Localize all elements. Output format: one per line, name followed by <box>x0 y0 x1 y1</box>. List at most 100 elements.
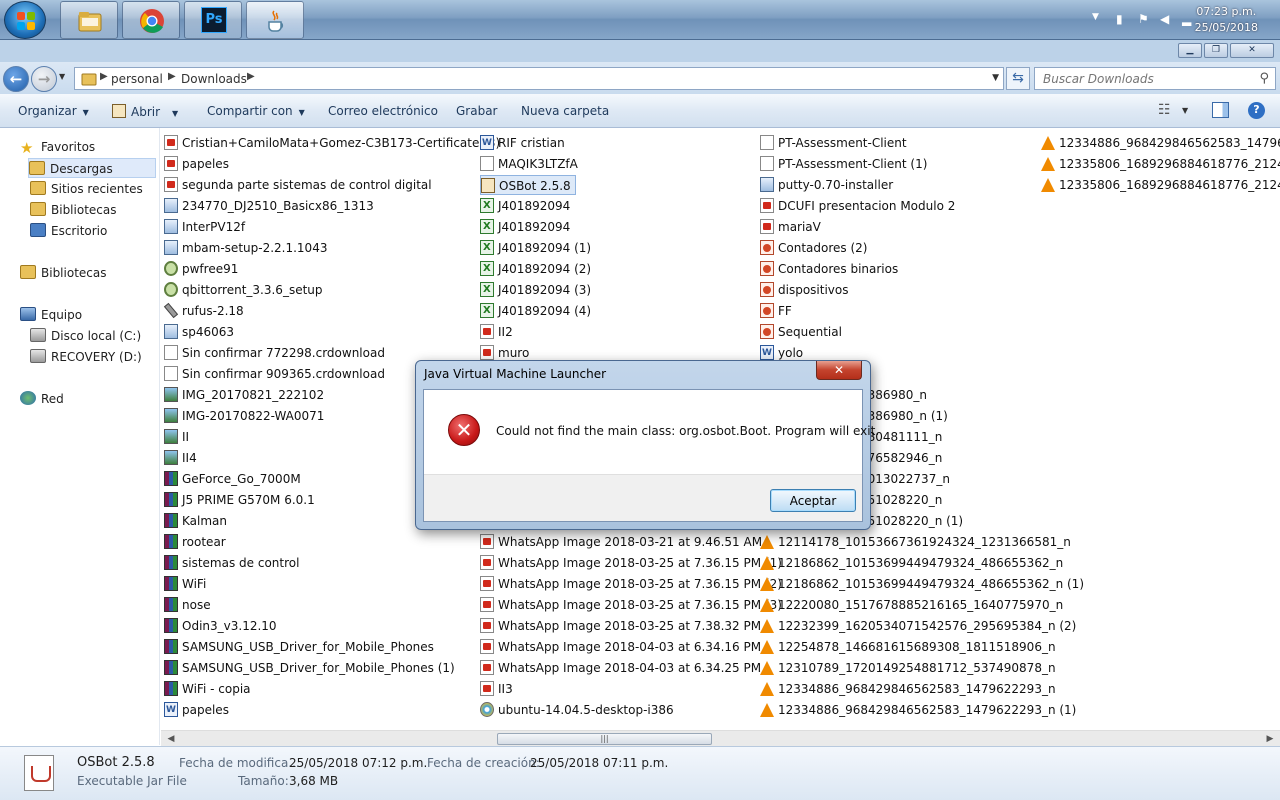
file-item[interactable]: 12334886_968429846562583_1479622293_n <box>1041 133 1280 153</box>
breadcrumb-arrow-icon[interactable]: ▶ <box>168 71 176 82</box>
file-item[interactable]: II <box>164 427 189 447</box>
scroll-right-icon[interactable]: ▶ <box>1262 732 1278 746</box>
file-item[interactable]: SAMSUNG_USB_Driver_for_Mobile_Phones (1) <box>164 658 455 678</box>
file-item[interactable]: papeles <box>164 154 229 174</box>
search-box[interactable]: ⚲ <box>1034 67 1276 90</box>
file-item[interactable]: 12335806_1689296884618776_2124773027_ <box>1041 175 1280 195</box>
file-item[interactable]: WiFi - copia <box>164 679 251 699</box>
nav-recent-places[interactable]: Sitios recientes <box>30 179 143 199</box>
file-item[interactable]: 12220080_1517678885216165_1640775970_n <box>760 595 1063 615</box>
nav-network[interactable]: Red <box>20 389 64 409</box>
file-item[interactable]: Sin confirmar 772298.crdownload <box>164 343 385 363</box>
forward-button[interactable]: → <box>31 66 57 92</box>
file-item[interactable]: Sequential <box>760 322 842 342</box>
ok-button[interactable]: Aceptar <box>770 489 856 512</box>
file-item[interactable]: SAMSUNG_USB_Driver_for_Mobile_Phones <box>164 637 434 657</box>
file-item[interactable]: J401892094 (3) <box>480 280 591 300</box>
recent-pages-icon[interactable]: ▼ <box>59 72 65 81</box>
search-icon[interactable]: ⚲ <box>1259 71 1269 86</box>
file-item[interactable]: WhatsApp Image 2018-04-03 at 6.34.16 PM <box>480 637 761 657</box>
file-item[interactable]: DCUFI presentacion Modulo 2 <box>760 196 955 216</box>
file-item[interactable]: sp46063 <box>164 322 234 342</box>
file-item[interactable]: 12334886_968429846562583_1479622293_n (1… <box>760 700 1076 720</box>
file-item[interactable]: 12114178_10153667361924324_1231366581_n <box>760 532 1071 552</box>
share-menu[interactable]: Compartir con ▼ <box>207 104 305 118</box>
open-menu[interactable]: Abrir ▼ <box>112 104 178 119</box>
nav-downloads[interactable]: Descargas <box>28 158 156 178</box>
nav-desktop[interactable]: Escritorio <box>30 221 107 241</box>
file-item[interactable]: MAQIK3LTZfA <box>480 154 578 174</box>
file-item[interactable]: II3 <box>480 679 513 699</box>
file-item[interactable]: Sin confirmar 909365.crdownload <box>164 364 385 384</box>
file-item[interactable]: 234770_DJ2510_Basicx86_1313 <box>164 196 374 216</box>
file-item[interactable]: J401892094 (1) <box>480 238 591 258</box>
file-item[interactable]: WhatsApp Image 2018-03-25 at 7.36.15 PM … <box>480 553 782 573</box>
organize-menu[interactable]: Organizar ▼ <box>18 104 89 118</box>
address-dropdown-icon[interactable]: ▼ <box>992 73 999 83</box>
file-item[interactable]: IMG_20170821_222102 <box>164 385 324 405</box>
nav-libraries-favorite[interactable]: Bibliotecas <box>30 200 116 220</box>
nav-favorites[interactable]: ★ Favoritos <box>20 137 95 157</box>
file-item[interactable]: sistemas de control <box>164 553 299 573</box>
file-item[interactable]: dispositivos <box>760 280 848 300</box>
nav-computer[interactable]: Equipo <box>20 305 82 325</box>
taskbar-photoshop[interactable]: Ps <box>184 1 242 39</box>
file-item[interactable]: 12334886_968429846562583_1479622293_n <box>760 679 1056 699</box>
email-button[interactable]: Correo electrónico <box>328 104 438 118</box>
file-item[interactable]: J401892094 (2) <box>480 259 591 279</box>
dialog-close-button[interactable]: ✕ <box>816 361 862 380</box>
volume-icon[interactable]: ◀ <box>1160 12 1174 26</box>
breadcrumb-personal[interactable]: personal <box>111 72 163 86</box>
back-button[interactable]: ← <box>3 66 29 92</box>
file-item[interactable]: WhatsApp Image 2018-03-21 at 9.46.51 AM <box>480 532 762 552</box>
file-item[interactable]: Cristian+CamiloMata+Gomez-C3B173-Certifi… <box>164 133 500 153</box>
file-item[interactable]: pwfree91 <box>164 259 238 279</box>
taskbar-java[interactable] <box>246 1 304 39</box>
nav-recovery-drive[interactable]: RECOVERY (D:) <box>30 347 142 367</box>
file-item[interactable]: J401892094 <box>480 196 570 216</box>
file-item[interactable]: papeles <box>164 700 229 720</box>
file-item[interactable]: Odin3_v3.12.10 <box>164 616 277 636</box>
file-item[interactable]: II4 <box>164 448 197 468</box>
file-item[interactable]: 12310789_1720149254881712_537490878_n <box>760 658 1056 678</box>
file-item[interactable]: II2 <box>480 322 513 342</box>
file-item[interactable]: InterPV12f <box>164 217 245 237</box>
file-item[interactable]: 12335806_1689296884618776_2124773027_ <box>1041 154 1280 174</box>
scroll-left-icon[interactable]: ◀ <box>163 732 179 746</box>
file-item[interactable]: J401892094 <box>480 217 570 237</box>
show-hidden-icons-icon[interactable]: ▼ <box>1092 12 1106 26</box>
file-item[interactable]: PT-Assessment-Client <box>760 133 907 153</box>
breadcrumb-arrow-icon[interactable]: ▶ <box>100 71 108 82</box>
file-item[interactable]: putty-0.70-installer <box>760 175 893 195</box>
breadcrumb-downloads[interactable]: Downloads <box>181 72 247 86</box>
file-item[interactable]: WhatsApp Image 2018-03-25 at 7.36.15 PM … <box>480 574 782 594</box>
file-item[interactable]: Kalman <box>164 511 227 531</box>
search-input[interactable] <box>1035 68 1245 89</box>
taskbar-explorer[interactable] <box>60 1 118 39</box>
file-item[interactable]: nose <box>164 595 211 615</box>
file-item[interactable]: rootear <box>164 532 226 552</box>
file-item[interactable]: WhatsApp Image 2018-03-25 at 7.38.32 PM <box>480 616 761 636</box>
refresh-button[interactable]: ⇆ <box>1006 67 1030 90</box>
file-item[interactable]: WhatsApp Image 2018-03-25 at 7.36.15 PM … <box>480 595 782 615</box>
file-item-selected[interactable]: OSBot 2.5.8 <box>480 175 576 195</box>
file-item[interactable]: J5 PRIME G570M 6.0.1 <box>164 490 315 510</box>
change-view-icon[interactable]: ☷ <box>1158 102 1171 118</box>
breadcrumb-arrow-icon[interactable]: ▶ <box>247 71 255 82</box>
taskbar-chrome[interactable] <box>122 1 180 39</box>
file-item[interactable]: IMG-20170822-WA0071 <box>164 406 324 426</box>
file-item[interactable]: 12232399_1620534071542576_295695384_n (2… <box>760 616 1076 636</box>
file-item[interactable]: Contadores (2) <box>760 238 867 258</box>
file-item[interactable]: WhatsApp Image 2018-04-03 at 6.34.25 PM <box>480 658 761 678</box>
address-bar[interactable]: ▶ personal ▶ Downloads ▶ ▼ <box>74 67 1004 90</box>
file-item[interactable]: PT-Assessment-Client (1) <box>760 154 927 174</box>
help-icon[interactable]: ? <box>1248 102 1265 119</box>
new-folder-button[interactable]: Nueva carpeta <box>521 104 609 118</box>
file-item[interactable]: segunda parte sistemas de control digita… <box>164 175 432 195</box>
file-item[interactable]: GeForce_Go_7000M <box>164 469 301 489</box>
file-item[interactable]: J401892094 (4) <box>480 301 591 321</box>
maximize-button[interactable]: ❐ <box>1204 43 1228 58</box>
file-item[interactable]: 12186862_10153699449479324_486655362_n (… <box>760 574 1084 594</box>
view-dropdown-icon[interactable]: ▼ <box>1182 106 1188 115</box>
file-item[interactable]: 12254878_146681615689308_1811518906_n <box>760 637 1056 657</box>
